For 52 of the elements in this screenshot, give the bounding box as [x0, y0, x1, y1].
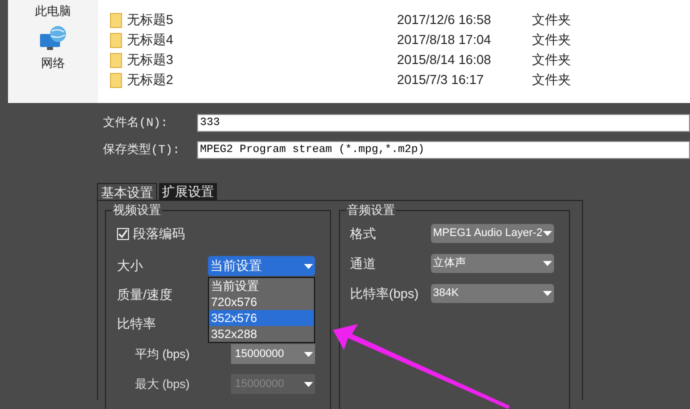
dropdown-option[interactable]: 352x576 — [209, 310, 314, 326]
field-label: 大小 — [117, 257, 144, 276]
field-label: 最大 (bps) — [135, 376, 191, 393]
caret-icon — [304, 264, 313, 268]
file-type: 文件夹 — [532, 31, 571, 50]
file-name[interactable]: 无标题4 — [127, 30, 397, 50]
folder-icon — [110, 72, 122, 88]
file-type: 文件夹 — [532, 51, 571, 70]
caret-icon — [304, 352, 313, 356]
file-type: 文件夹 — [532, 11, 571, 30]
size-dropdown[interactable]: 当前设置 — [208, 256, 315, 276]
dropdown-option[interactable]: 当前设置 — [209, 278, 314, 294]
file-name-field[interactable]: 333 — [197, 114, 690, 132]
sidebar-item[interactable]: 此电脑 — [35, 3, 71, 19]
caret-icon — [543, 231, 552, 236]
field-label: 比特率 — [117, 315, 156, 333]
file-name[interactable]: 无标题5 — [127, 10, 397, 30]
caret-icon — [543, 261, 552, 266]
checkbox-label: 段落编码 — [133, 225, 185, 244]
dropdown[interactable]: 384K — [431, 284, 554, 303]
field-label: 通道 — [350, 254, 377, 273]
dropdown-option[interactable]: 720x576 — [209, 294, 314, 310]
sidebar-item[interactable]: 网络 — [41, 55, 65, 71]
file-name[interactable]: 无标题2 — [127, 70, 397, 90]
file-date: 2015/8/14 16:08 — [397, 51, 492, 70]
folder-icon — [110, 12, 122, 28]
file-type: 文件夹 — [532, 71, 571, 90]
network-globe-icon — [39, 25, 67, 51]
caret-icon — [543, 291, 552, 296]
dropdown[interactable]: MPEG1 Audio Layer-2 — [431, 224, 554, 243]
save-type-field[interactable]: MPEG2 Program stream (*.mpg,*.m2p) — [197, 141, 690, 159]
bitrate-combo[interactable]: 15000000 — [231, 344, 315, 364]
file-name[interactable]: 无标题3 — [127, 50, 397, 70]
field-label: 比特率(bps) — [350, 284, 420, 303]
field-label: 保存类型(T): — [103, 142, 181, 159]
field-label: 质量/速度 — [117, 286, 173, 304]
tab[interactable]: 扩展设置 — [159, 183, 217, 200]
field-label: 文件名(N): — [103, 115, 169, 132]
caret-icon — [304, 382, 313, 386]
file-date: 2017/12/6 16:58 — [397, 11, 492, 30]
group-title: 视频设置 — [112, 202, 162, 218]
dropdown-option[interactable]: 352x288 — [209, 326, 314, 342]
field-label: 格式 — [350, 224, 377, 243]
folder-icon — [110, 32, 122, 48]
tab[interactable]: 基本设置 — [97, 183, 157, 200]
folder-icon — [110, 52, 122, 68]
file-date: 2015/7/3 16:17 — [397, 71, 485, 90]
group-title: 音频设置 — [346, 202, 396, 218]
checkbox[interactable] — [117, 228, 129, 240]
field-label: 平均 (bps) — [135, 346, 191, 363]
dropdown[interactable]: 立体声 — [431, 254, 554, 273]
file-date: 2017/8/18 17:04 — [397, 31, 492, 50]
